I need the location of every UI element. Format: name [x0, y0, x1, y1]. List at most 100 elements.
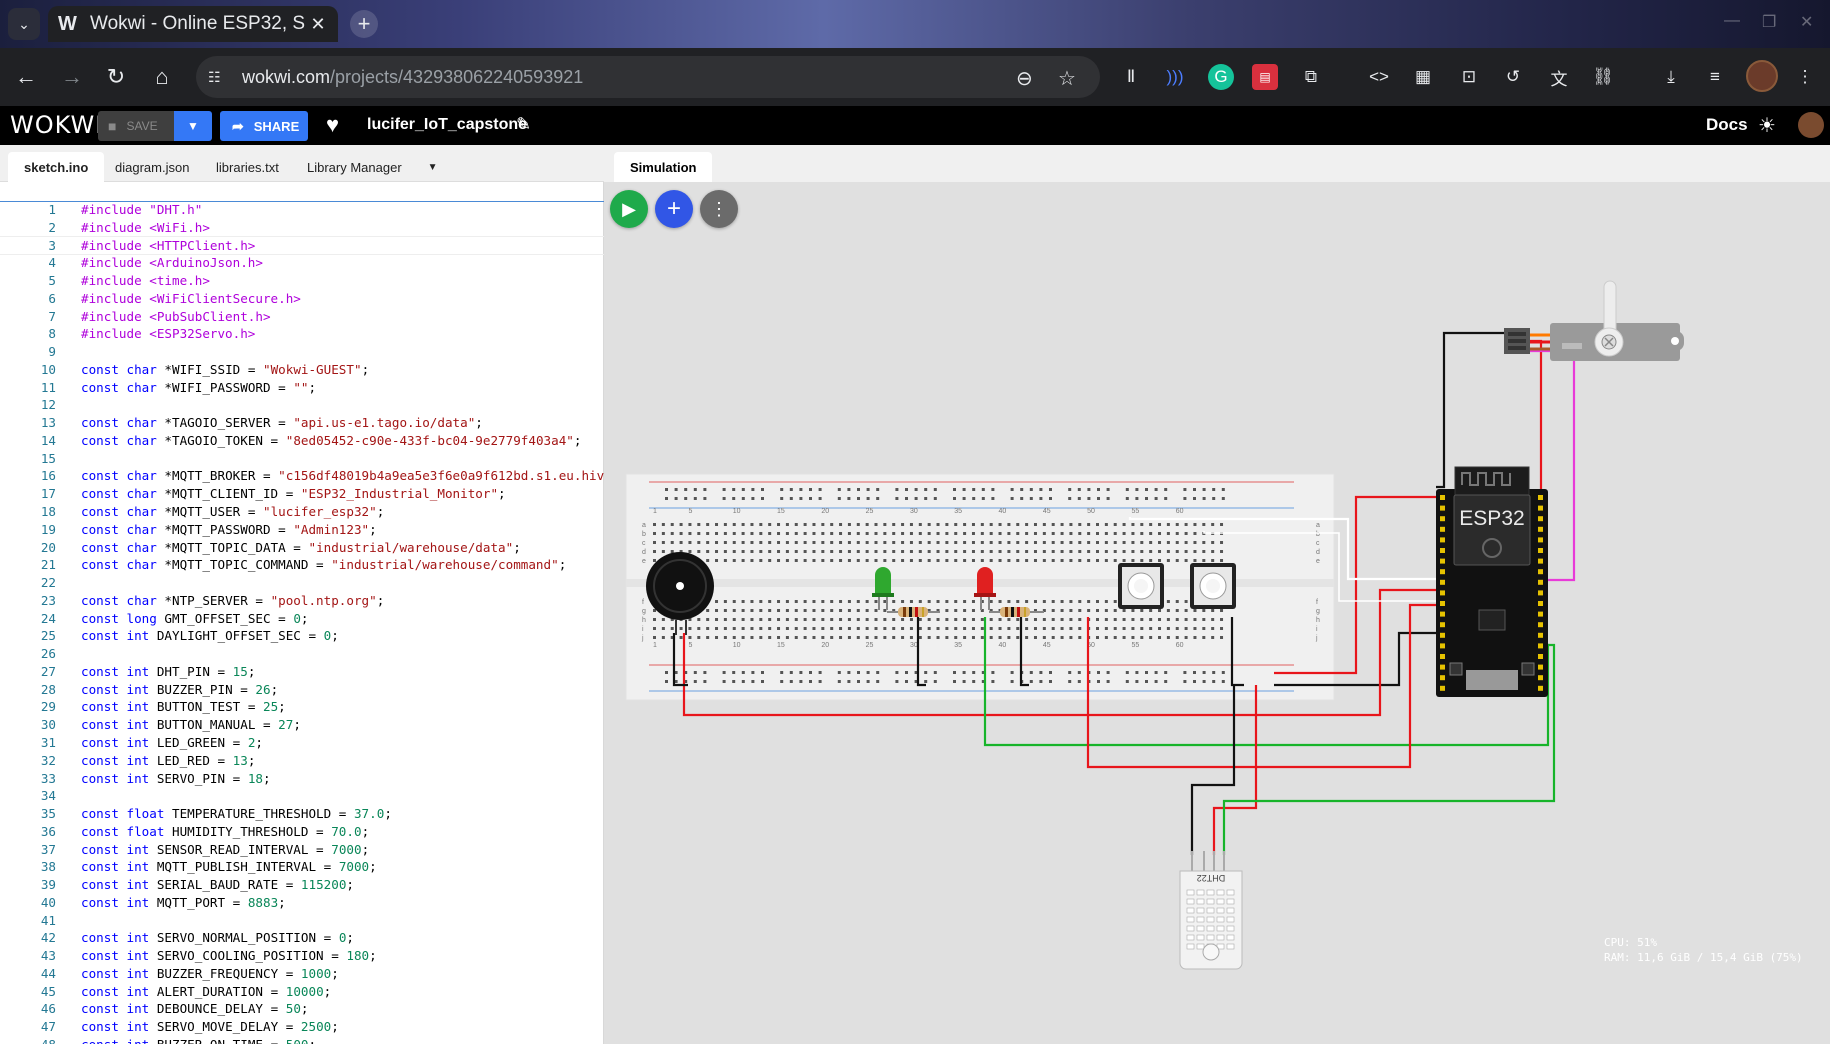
wokwi-logo[interactable]: WOKWI	[10, 111, 103, 139]
code-line[interactable]: 1 #include "DHT.h"	[0, 201, 604, 219]
code-line[interactable]: 20 const char *MQTT_TOPIC_DATA = "industr…	[0, 539, 604, 557]
code-line[interactable]: 40 const int MQTT_PORT = 8883;	[0, 894, 604, 912]
maximize-icon[interactable]: ❐	[1762, 12, 1776, 32]
profile-avatar[interactable]	[1746, 60, 1778, 92]
pushbutton-manual[interactable]	[1190, 563, 1236, 609]
code-line[interactable]: 39 const int SERIAL_BAUD_RATE = 115200;	[0, 876, 604, 894]
code-line[interactable]: 9	[0, 343, 604, 361]
esp32-board[interactable]: ESP32	[1436, 466, 1548, 697]
back-icon[interactable]: ←	[12, 63, 40, 91]
code-line[interactable]: 22	[0, 574, 604, 592]
minimize-icon[interactable]: —	[1724, 12, 1740, 30]
code-line[interactable]: 18 const char *MQTT_USER = "lucifer_esp32…	[0, 503, 604, 521]
code-line[interactable]: 35 const float TEMPERATURE_THRESHOLD = 37…	[0, 805, 604, 823]
tab-libraries-txt[interactable]: libraries.txt	[200, 152, 295, 182]
code-line[interactable]: 25 const int DAYLIGHT_OFFSET_SEC = 0;	[0, 627, 604, 645]
tab-search-button[interactable]: ⌄	[8, 8, 40, 40]
code-line[interactable]: 44 const int BUZZER_FREQUENCY = 1000;	[0, 965, 604, 983]
code-line[interactable]: 38 const int MQTT_PUBLISH_INTERVAL = 7000…	[0, 858, 604, 876]
audio-extension-icon[interactable]: )))	[1162, 64, 1188, 90]
code-line[interactable]: 24 const long GMT_OFFSET_SEC = 0;	[0, 610, 604, 628]
tab-library-manager[interactable]: Library Manager ▼	[291, 152, 454, 182]
code-line[interactable]: 23 const char *NTP_SERVER = "pool.ntp.org…	[0, 592, 604, 610]
zoom-icon[interactable]: ⊖	[1016, 66, 1033, 91]
code-area[interactable]: 1 #include "DHT.h" 2 #include <WiFi.h> 3 #inc…	[0, 201, 604, 1044]
code-line[interactable]: 21 const char *MQTT_TOPIC_COMMAND = "indu…	[0, 556, 604, 574]
dht22-sensor[interactable]: DHT22	[1179, 851, 1243, 970]
theme-sun-icon[interactable]: ☀	[1758, 113, 1776, 138]
reader-extension-icon[interactable]: ▤	[1252, 64, 1278, 90]
project-name[interactable]: lucifer_IoT_capstone	[367, 116, 527, 134]
code-line[interactable]: 32 const int LED_RED = 13;	[0, 752, 604, 770]
code-line[interactable]: 6 #include <WiFiClientSecure.h>	[0, 290, 604, 308]
code-line[interactable]: 47 const int SERVO_MOVE_DELAY = 2500;	[0, 1018, 604, 1036]
code-line[interactable]: 16 const char *MQTT_BROKER = "c156df48019…	[0, 467, 604, 485]
code-line[interactable]: 28 const int BUZZER_PIN = 26;	[0, 681, 604, 699]
code-line[interactable]: 11 const char *WIFI_PASSWORD = "";	[0, 379, 604, 397]
link-icon[interactable]: ⛓	[1590, 64, 1616, 90]
code-line[interactable]: 33 const int SERVO_PIN = 18;	[0, 770, 604, 788]
code-line[interactable]: 27 const int DHT_PIN = 15;	[0, 663, 604, 681]
download-icon[interactable]: ⤓	[1658, 64, 1684, 90]
code-line[interactable]: 15	[0, 450, 604, 468]
code-line[interactable]: 19 const char *MQTT_PASSWORD = "Admin123"…	[0, 521, 604, 539]
share-button[interactable]: ➦ SHARE	[220, 111, 308, 141]
code-line[interactable]: 29 const int BUTTON_TEST = 25;	[0, 698, 604, 716]
translate-extension-icon[interactable]: Ⅱ	[1118, 64, 1144, 90]
side-panel-icon[interactable]: ▦	[1410, 64, 1436, 90]
code-line[interactable]: 17 const char *MQTT_CLIENT_ID = "ESP32_In…	[0, 485, 604, 503]
browser-menu-icon[interactable]: ⋮	[1792, 64, 1818, 90]
docs-link[interactable]: Docs	[1706, 115, 1748, 135]
code-line[interactable]: 13 const char *TAGOIO_SERVER = "api.us-e1…	[0, 414, 604, 432]
screenshot-icon[interactable]: ⊡	[1456, 64, 1482, 90]
code-line[interactable]: 10 const char *WIFI_SSID = "Wokwi-GUEST";	[0, 361, 604, 379]
close-icon[interactable]: ✕	[308, 14, 328, 35]
code-line[interactable]: 43 const int SERVO_COOLING_POSITION = 180…	[0, 947, 604, 965]
breadboard-row-label: b	[1316, 531, 1320, 538]
code-line[interactable]: 46 const int DEBOUNCE_DELAY = 50;	[0, 1000, 604, 1018]
code-line[interactable]: 31 const int LED_GREEN = 2;	[0, 734, 604, 752]
servo-motor[interactable]	[1504, 280, 1684, 361]
code-line[interactable]: 4 #include <ArduinoJson.h>	[0, 254, 604, 272]
circuit-canvas[interactable]: 1155101015152020252530303535404045455050…	[604, 145, 1830, 1044]
code-line[interactable]: 48 const int BUZZER_ON_TIME = 500;	[0, 1036, 604, 1044]
media-control-icon[interactable]: ≡	[1702, 64, 1728, 90]
pushbutton-test[interactable]	[1118, 563, 1164, 609]
code-line[interactable]: 41	[0, 912, 604, 930]
edit-pencil-icon[interactable]: ✎	[516, 114, 531, 135]
home-icon[interactable]: ⌂	[148, 63, 176, 91]
site-info-icon[interactable]: ☷	[208, 69, 230, 86]
bookmark-star-icon[interactable]: ☆	[1058, 66, 1076, 91]
heart-icon[interactable]: ♥	[326, 112, 339, 138]
tab-diagram-json[interactable]: diagram.json	[99, 152, 205, 182]
code-line[interactable]: 34	[0, 787, 604, 805]
new-tab-button[interactable]: +	[350, 10, 378, 38]
code-view-icon[interactable]: <>	[1366, 64, 1392, 90]
code-line[interactable]: 7 #include <PubSubClient.h>	[0, 308, 604, 326]
translate-icon[interactable]: 文	[1546, 64, 1572, 90]
reload-icon[interactable]: ↻	[102, 63, 130, 91]
forward-icon[interactable]: →	[58, 63, 86, 91]
code-line[interactable]: 8 #include <ESP32Servo.h>	[0, 325, 604, 343]
code-line[interactable]: 2 #include <WiFi.h>	[0, 219, 604, 237]
code-line[interactable]: 26	[0, 645, 604, 663]
grammarly-icon[interactable]: G	[1208, 64, 1234, 90]
browser-tab[interactable]: W Wokwi - Online ESP32, S ✕	[48, 6, 338, 42]
window-close-icon[interactable]: ✕	[1800, 12, 1813, 32]
history-icon[interactable]: ↺	[1500, 64, 1526, 90]
code-line[interactable]: 12	[0, 396, 604, 414]
code-line[interactable]: 45 const int ALERT_DURATION = 10000;	[0, 983, 604, 1001]
code-line[interactable]: 37 const int SENSOR_READ_INTERVAL = 7000;	[0, 841, 604, 859]
code-line[interactable]: 42 const int SERVO_NORMAL_POSITION = 0;	[0, 929, 604, 947]
save-button[interactable]: ■ SAVE	[98, 111, 174, 141]
save-options-button[interactable]: ▼	[174, 111, 212, 141]
tab-sketch-ino[interactable]: sketch.ino	[8, 152, 105, 182]
extensions-puzzle-icon[interactable]: ⧉	[1298, 64, 1324, 90]
user-avatar[interactable]	[1798, 112, 1824, 138]
code-line[interactable]: 36 const float HUMIDITY_THRESHOLD = 70.0;	[0, 823, 604, 841]
code-line[interactable]: 30 const int BUTTON_MANUAL = 27;	[0, 716, 604, 734]
omnibox[interactable]: ☷ wokwi.com/projects/432938062240593921 …	[196, 56, 1100, 98]
code-line[interactable]: 5 #include <time.h>	[0, 272, 604, 290]
code-line[interactable]: 14 const char *TAGOIO_TOKEN = "8ed05452-c…	[0, 432, 604, 450]
code-line[interactable]: 3 #include <HTTPClient.h>	[0, 235, 604, 256]
